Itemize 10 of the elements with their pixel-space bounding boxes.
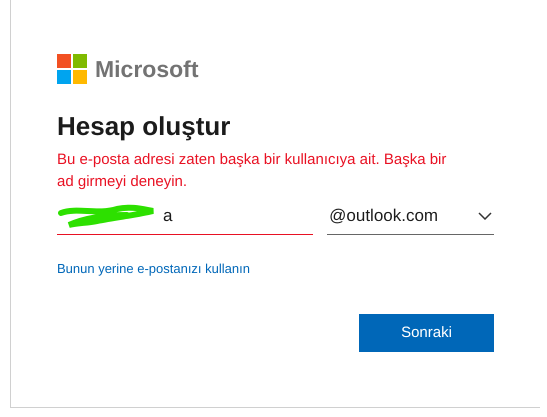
next-button[interactable]: Sonraki [359, 314, 494, 352]
logo-text: Microsoft [95, 58, 198, 80]
use-email-link[interactable]: Bunun yerine e-postanızı kullanın [57, 258, 494, 278]
page-title: Hesap oluştur [57, 110, 232, 142]
error-message: Bu e-posta adresi zaten başka bir kullanıcıya ait. Başka bir ad girmeyi deneyin. [57, 150, 448, 192]
username-value: a [163, 205, 172, 228]
domain-select[interactable]: @outlook.com [327, 198, 494, 234]
username-field[interactable]: a [57, 198, 314, 234]
logo-icon [57, 54, 87, 84]
chevron-icon [478, 212, 492, 220]
